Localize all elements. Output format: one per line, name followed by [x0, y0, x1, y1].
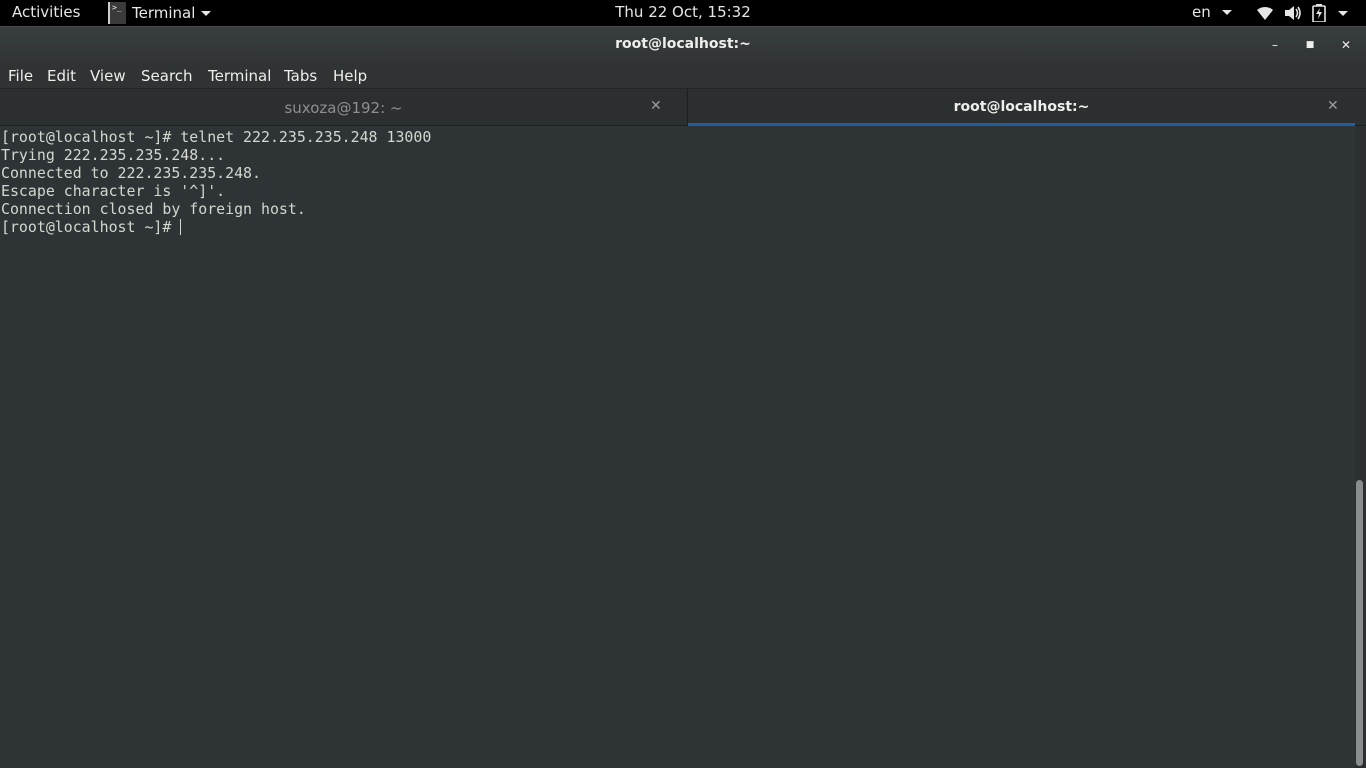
menu-help[interactable]: Help [333, 67, 367, 85]
language-label: en [1192, 3, 1211, 21]
active-tab-indicator [688, 123, 1355, 126]
wifi-icon [1257, 6, 1273, 20]
close-button[interactable]: ✕ [1336, 35, 1356, 55]
tab-bar: suxoza@192: ~ ✕ root@localhost:~ ✕ [0, 88, 1366, 126]
tab-root-localhost[interactable]: root@localhost:~ ✕ [687, 89, 1355, 126]
menu-terminal[interactable]: Terminal [208, 67, 271, 85]
terminal-line: Trying 222.235.235.248... [1, 146, 226, 164]
chevron-down-icon [1221, 10, 1232, 15]
battery-icon [1312, 4, 1326, 22]
minimize-button[interactable]: – [1265, 35, 1285, 55]
window-title: root@localhost:~ [615, 36, 751, 52]
tab-label: root@localhost:~ [953, 99, 1090, 115]
terminal-prompt-line: [root@localhost ~]# [1, 218, 1355, 236]
terminal-line: Connection closed by foreign host. [1, 200, 306, 218]
maximize-button[interactable]: ■ [1300, 35, 1320, 55]
tab-suxoza[interactable]: suxoza@192: ~ ✕ [0, 89, 687, 126]
menu-search[interactable]: Search [141, 67, 193, 85]
volume-icon [1285, 6, 1301, 20]
app-menu-label: Terminal [132, 4, 196, 22]
close-icon[interactable]: ✕ [1327, 98, 1339, 114]
clock[interactable]: Thu 22 Oct, 15:32 [615, 3, 751, 21]
menu-tabs[interactable]: Tabs [284, 67, 317, 85]
language-selector[interactable]: en [1192, 3, 1232, 21]
terminal-line: Escape character is '^]'. [1, 182, 226, 200]
terminal-prompt: [root@localhost ~]# [1, 218, 181, 236]
activities-button[interactable]: Activities [12, 3, 80, 21]
tab-label: suxoza@192: ~ [284, 99, 403, 117]
close-icon[interactable]: ✕ [650, 98, 662, 114]
menu-edit[interactable]: Edit [47, 67, 76, 85]
terminal-output[interactable]: [root@localhost ~]# telnet 222.235.235.2… [0, 127, 1355, 768]
window-titlebar[interactable]: root@localhost:~ – ■ ✕ [0, 26, 1366, 64]
terminal-app-icon: >_ [108, 2, 126, 24]
chevron-down-icon [201, 10, 212, 16]
menu-bar: File Edit View Search Terminal Tabs Help [0, 64, 1366, 88]
text-cursor [180, 219, 182, 235]
menu-view[interactable]: View [90, 67, 126, 85]
terminal-line: [root@localhost ~]# telnet 222.235.235.2… [1, 128, 432, 146]
scrollbar-thumb[interactable] [1356, 480, 1363, 766]
system-menu-caret-icon [1338, 10, 1348, 16]
menu-file[interactable]: File [8, 67, 33, 85]
terminal-line: Connected to 222.235.235.248. [1, 164, 261, 182]
system-tray[interactable] [1256, 4, 1348, 22]
top-bar: Activities >_ Terminal Thu 22 Oct, 15:32… [0, 0, 1366, 26]
app-menu[interactable]: >_ Terminal [106, 0, 212, 26]
